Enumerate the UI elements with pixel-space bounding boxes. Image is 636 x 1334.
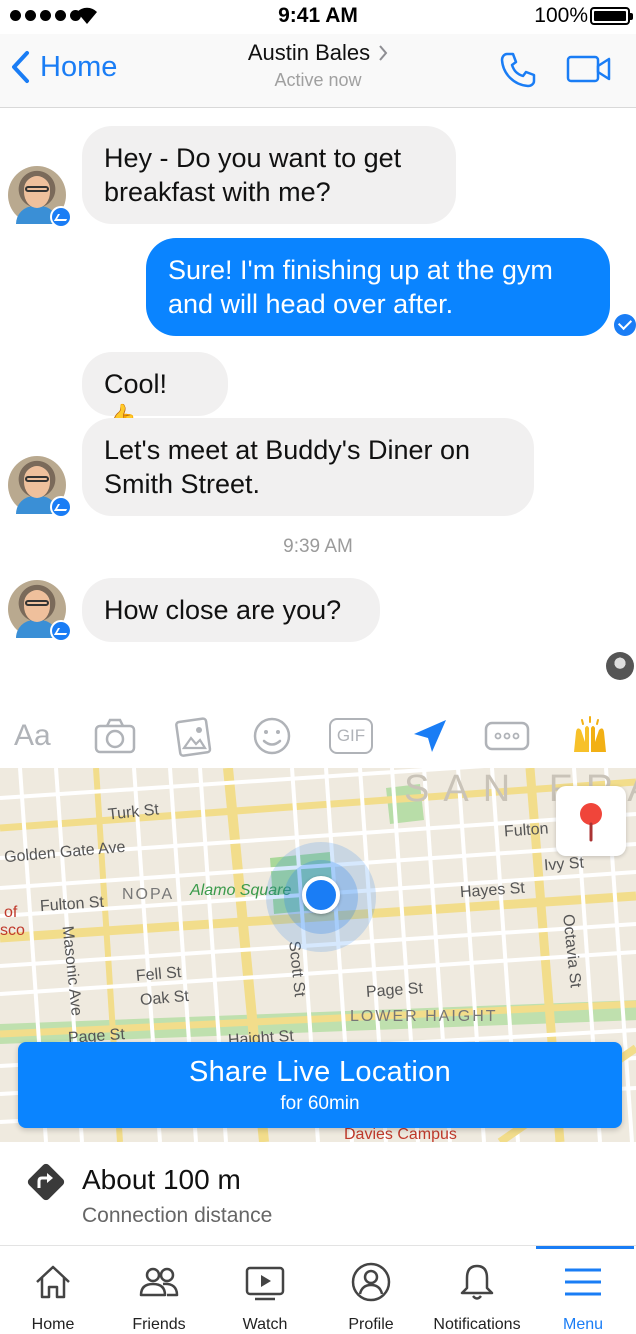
messenger-badge-icon <box>50 620 72 642</box>
friends-icon <box>139 1267 179 1297</box>
raised-hands-icon[interactable] <box>570 714 610 758</box>
message-text: Hey - Do you want to get <box>104 143 402 173</box>
message-bubble-outgoing[interactable]: Sure! I'm finishing up at the gym and wi… <box>146 238 610 336</box>
battery-percent: 100% <box>534 4 588 27</box>
gif-button[interactable]: GIF <box>328 714 374 758</box>
video-call-icon[interactable] <box>566 54 612 84</box>
profile-icon <box>351 1262 391 1302</box>
battery-icon <box>590 7 633 25</box>
message-text: breakfast with me? <box>104 177 331 207</box>
tab-label: Menu <box>562 1316 604 1333</box>
distance-label: Connection distance <box>82 1204 273 1227</box>
gallery-icon[interactable] <box>174 714 214 758</box>
tab-home[interactable]: Home <box>0 1246 106 1334</box>
distance-value: About 100 m <box>82 1164 241 1195</box>
message-text: Sure! I'm finishing up at the gym <box>168 255 553 285</box>
message-text: Let's meet at Buddy's Diner on <box>104 435 471 465</box>
share-subtitle: for 60min <box>280 1093 360 1114</box>
share-live-location-button[interactable]: Share Live Location for 60min <box>18 1042 622 1128</box>
tab-notifications[interactable]: Notifications <box>424 1246 530 1334</box>
map-label-edge: of <box>4 904 18 921</box>
tab-friends[interactable]: Friends <box>106 1246 212 1334</box>
message-bubble-incoming[interactable]: Cool! 👍 <box>82 352 228 433</box>
contact-avatar[interactable] <box>8 456 72 518</box>
current-location-dot <box>302 876 340 914</box>
distance-info: About 100 m Connection distance <box>0 1142 636 1246</box>
delivered-check-icon <box>614 314 636 336</box>
map-label-neighborhood: LOWER HAIGHT <box>350 1008 498 1025</box>
tab-label: Home <box>31 1316 75 1333</box>
phone-call-icon[interactable] <box>498 50 538 90</box>
tab-label: Watch <box>242 1316 288 1333</box>
map-label-place: Davies Campus <box>344 1126 457 1142</box>
message-text: Smith Street. <box>104 469 261 499</box>
tab-menu[interactable]: Menu <box>530 1246 636 1334</box>
contact-avatar[interactable] <box>8 580 72 642</box>
emoji-icon[interactable] <box>252 714 292 758</box>
map-pin-icon <box>580 803 602 842</box>
drop-pin-button[interactable] <box>556 786 626 856</box>
message-bubble-incoming[interactable]: Let's meet at Buddy's Diner on Smith Str… <box>82 418 534 516</box>
gif-icon: GIF <box>329 718 373 754</box>
tab-bar: Home Friends Watch Profile Notifications… <box>0 1246 636 1334</box>
bell-icon <box>460 1264 494 1300</box>
composer-toolbar: Aa GIF <box>0 706 636 766</box>
chevron-right-icon <box>379 45 388 61</box>
message-text: How close are you? <box>104 595 342 625</box>
map-label-street: Fulton <box>503 820 549 841</box>
text-input-button[interactable]: Aa <box>14 714 51 758</box>
chat-title[interactable]: Austin Bales Active now <box>0 40 636 91</box>
seen-indicator-avatar <box>606 652 634 680</box>
messenger-badge-icon <box>50 496 72 518</box>
tab-watch[interactable]: Watch <box>212 1246 318 1334</box>
tab-label: Notifications <box>433 1316 521 1333</box>
tab-label: Friends <box>132 1316 186 1333</box>
contact-name: Austin Bales <box>247 40 371 65</box>
location-arrow-icon[interactable] <box>410 714 450 758</box>
map-label-street: Ivy St <box>543 854 585 875</box>
menu-icon <box>565 1268 601 1296</box>
message-bubble-incoming[interactable]: How close are you? <box>82 578 380 642</box>
message-timestamp: 9:39 AM <box>283 536 353 557</box>
map-label-edge: sco <box>0 922 25 939</box>
chat-header: Home Austin Bales Active now <box>0 34 636 108</box>
map-label-neighborhood: NOPA <box>122 886 175 903</box>
more-icon[interactable] <box>484 714 530 758</box>
watch-icon <box>245 1266 285 1301</box>
tab-profile[interactable]: Profile <box>318 1246 424 1334</box>
contact-avatar[interactable] <box>8 166 72 228</box>
messenger-badge-icon <box>50 206 72 228</box>
share-title: Share Live Location <box>188 1056 452 1088</box>
directions-icon <box>27 1163 65 1201</box>
message-bubble-incoming[interactable]: Hey - Do you want to get breakfast with … <box>82 126 456 224</box>
message-text: and will head over after. <box>168 289 454 319</box>
home-icon <box>36 1265 70 1299</box>
tab-label: Profile <box>348 1316 394 1333</box>
contact-status: Active now <box>274 70 362 90</box>
status-bar: 9:41 AM 100% <box>0 0 636 34</box>
camera-icon[interactable] <box>94 714 136 758</box>
